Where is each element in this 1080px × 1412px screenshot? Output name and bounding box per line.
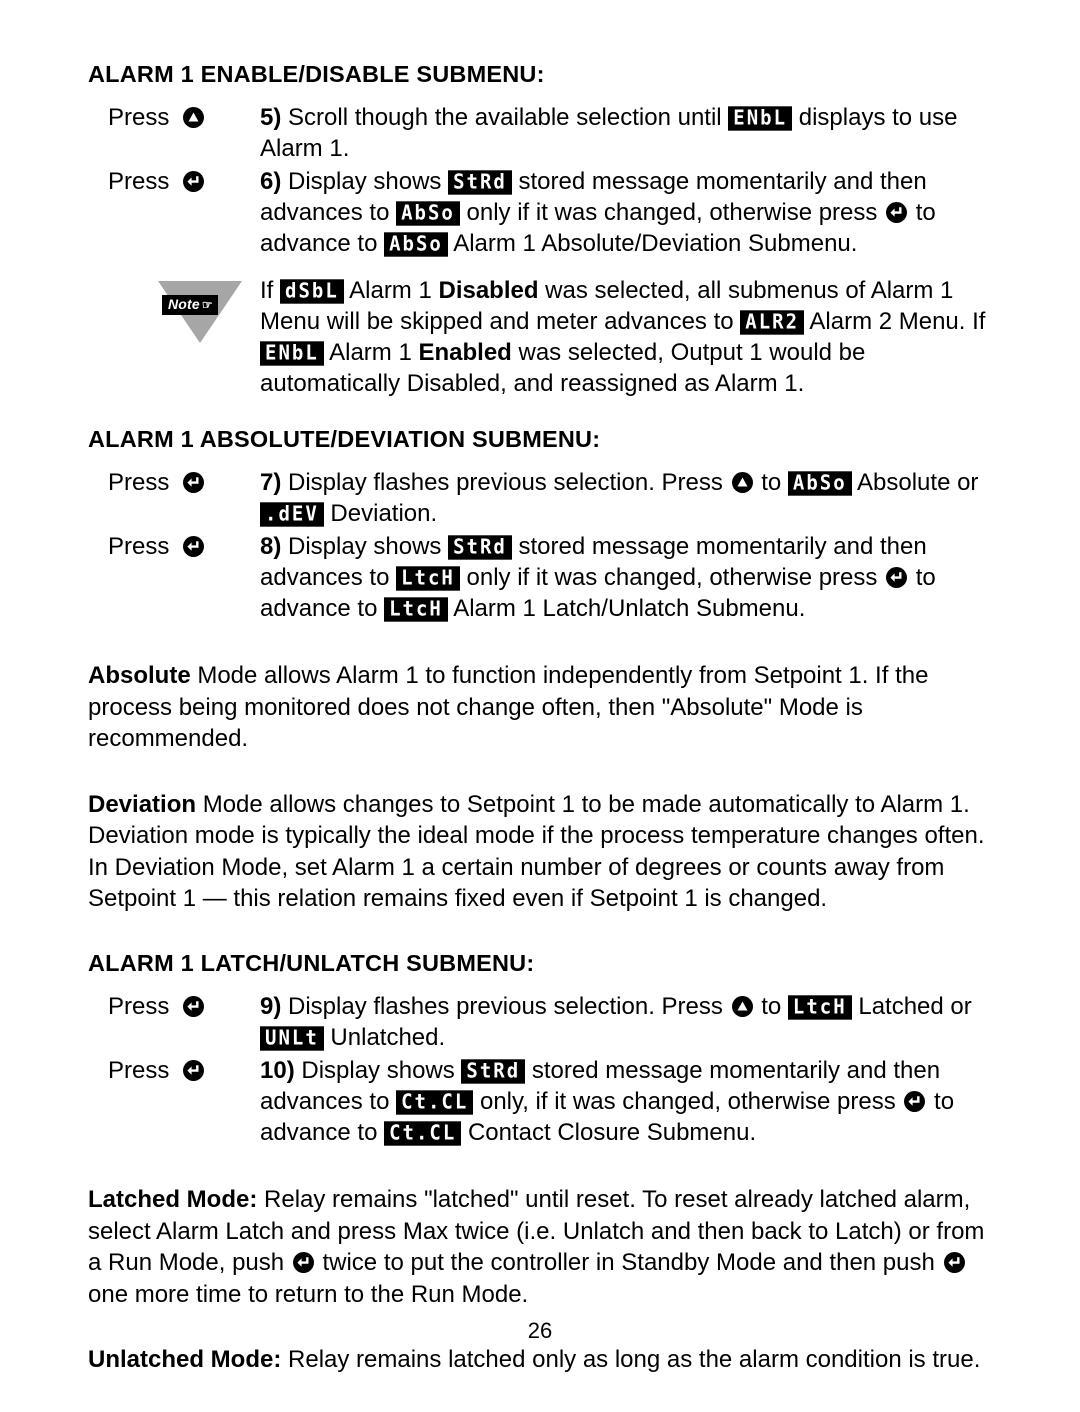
emphasis-text: Deviation [88,790,197,818]
document-page: ALARM 1 ENABLE/DISABLE SUBMENU: Press 5)… [0,0,1080,1412]
lcd-display-badge: ENbL [728,106,793,131]
step-text: 7) Display flashes previous selection. P… [260,469,979,528]
lcd-display-badge: LtcH [384,597,448,623]
note-text: If dSbL Alarm 1 Disabled was selected, a… [260,277,986,398]
press-instruction: Press [80,531,260,562]
lcd-display-badge: StRd [461,1059,526,1084]
paragraph-absolute-mode: Absolute Mode allows Alarm 1 to function… [88,662,929,753]
page-number: 26 [527,1318,553,1343]
lcd-display-badge: AbSo [396,201,460,226]
lcd-display-badge: UNLt [260,1026,324,1051]
press-label: Press [108,104,170,132]
lcd-display-badge: LtcH [787,995,852,1020]
step-row: Press 9) Display flashes previous select… [80,991,1000,1053]
step-row: Press 8) Display shows StRd stored messa… [80,531,1000,624]
lcd-display-badge: dSbL [280,279,344,304]
enter-key-icon[interactable] [183,996,205,1018]
step-number: 6) [260,168,282,196]
enter-key-icon[interactable] [183,536,205,558]
up-arrow-key-icon[interactable] [183,107,205,129]
press-label: Press [108,168,170,196]
step-number: 5) [260,104,282,132]
enter-key-icon[interactable] [292,1252,314,1274]
step-row: Press 7) Display flashes previous select… [80,467,1000,529]
note-icon: Note ☞ [80,275,260,371]
press-instruction: Press [80,166,260,197]
step-row: Press 6) Display shows StRd stored messa… [80,166,1000,259]
lcd-display-badge: Ct.CL [396,1090,474,1115]
lcd-display-badge: .dEV [260,502,324,528]
paragraph-deviation-mode: Deviation Mode allows changes to Setpoin… [88,790,985,913]
enter-key-icon[interactable] [886,567,908,589]
enter-key-icon[interactable] [886,202,908,224]
note-label-text: Note [168,296,200,313]
step-number: 9) [260,993,282,1021]
step-row: Press 5) Scroll though the available sel… [80,102,1000,164]
lcd-display-badge: LtcH [396,566,460,592]
lcd-display-badge: AbSo [787,471,852,497]
enter-key-icon[interactable] [183,472,205,494]
up-arrow-key-icon[interactable] [731,472,753,494]
press-instruction: Press [80,991,260,1022]
step-text: 5) Scroll though the available selection… [260,104,958,163]
emphasis-text: Latched Mode: [88,1186,258,1214]
press-label: Press [108,533,170,561]
emphasis-text: Unlatched Mode: [88,1346,282,1374]
note-block: Note ☞ If dSbL Alarm 1 Disabled was selec… [80,275,1000,399]
enter-key-icon[interactable] [183,171,205,193]
emphasis-text: Enabled [418,339,512,367]
step-number: 10) [260,1057,295,1085]
lcd-display-badge: ENbL [260,341,324,366]
press-instruction: Press [80,102,260,133]
step-text: 9) Display flashes previous selection. P… [260,993,972,1052]
step-text: 10) Display shows StRd stored message mo… [260,1057,955,1147]
lcd-display-badge: StRd [448,535,512,561]
enter-key-icon[interactable] [183,1060,205,1082]
press-instruction: Press [80,467,260,498]
enter-key-icon[interactable] [943,1252,965,1274]
press-label: Press [108,469,170,497]
emphasis-text: Absolute [88,662,191,690]
step-text: 6) Display shows StRd stored message mom… [260,168,936,258]
lcd-display-badge: Ct.CL [384,1121,462,1146]
step-number: 7) [260,469,282,497]
pointing-hand-icon: ☞ [201,298,213,313]
step-row: Press 10) Display shows StRd stored mess… [80,1055,1000,1148]
enter-key-icon[interactable] [904,1091,926,1113]
section-heading-alarm1-latch-unlatch: ALARM 1 LATCH/UNLATCH SUBMENU: [88,949,535,976]
note-label: Note ☞ [162,295,218,316]
press-label: Press [108,1057,170,1085]
press-instruction: Press [80,1055,260,1086]
step-text: 8) Display shows StRd stored message mom… [260,533,936,623]
paragraph-latched-mode: Latched Mode: Relay remains "latched" un… [88,1186,985,1308]
emphasis-text: Disabled [438,277,539,305]
section-heading-alarm1-enable-disable: ALARM 1 ENABLE/DISABLE SUBMENU: [88,61,545,87]
step-number: 8) [260,533,282,561]
up-arrow-key-icon[interactable] [731,996,753,1018]
section-heading-alarm1-absolute-deviation: ALARM 1 ABSOLUTE/DEVIATION SUBMENU: [88,426,601,453]
lcd-display-badge: AbSo [384,232,448,257]
lcd-display-badge: ALR2 [740,310,805,335]
press-label: Press [108,993,170,1021]
lcd-display-badge: StRd [448,170,512,195]
paragraph-unlatched-mode: Unlatched Mode: Relay remains latched on… [88,1346,981,1374]
